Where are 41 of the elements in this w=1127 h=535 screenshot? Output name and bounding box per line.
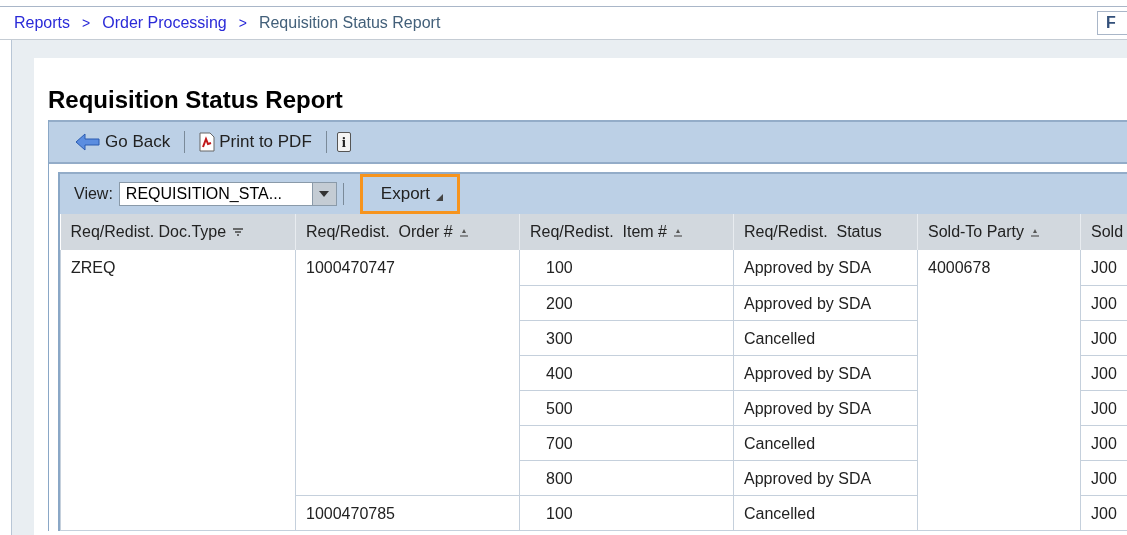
table-cell: 700 [519, 425, 734, 460]
sort-icon[interactable] [458, 227, 469, 237]
view-label: View: [74, 185, 113, 203]
breadcrumb-separator: > [82, 15, 91, 31]
table-cell: 400 [519, 355, 734, 390]
view-select[interactable]: REQUISITION_STA... [118, 182, 337, 206]
table-cell: 200 [519, 285, 734, 320]
column-header[interactable]: Sold [1080, 214, 1127, 250]
print-pdf-button[interactable]: Print to PDF [195, 132, 316, 152]
breadcrumb-separator: > [238, 15, 247, 31]
table-cell: 100 [519, 495, 734, 530]
top-right-button[interactable]: F [1097, 11, 1127, 35]
table-cell: 800 [519, 460, 734, 495]
table-cell: 300 [519, 320, 734, 355]
export-button[interactable]: Export [359, 174, 460, 214]
breadcrumb-link[interactable]: Reports [14, 14, 71, 32]
breadcrumb-current: Requisition Status Report [258, 14, 441, 32]
sort-icon[interactable] [1030, 227, 1041, 237]
page-title: Requisition Status Report [48, 86, 344, 114]
table-cell: 1000470785 [295, 495, 520, 530]
column-header[interactable]: Req/Redist. Doc.Type [60, 214, 296, 250]
table-cell: ZREQ [60, 250, 296, 530]
caret-down-icon [319, 191, 330, 197]
dropdown-button[interactable] [311, 183, 336, 205]
table-cell: 500 [519, 390, 734, 425]
column-header[interactable]: Sold-To Party [917, 214, 1081, 250]
table-cell: 1000470747 [295, 250, 520, 495]
info-button[interactable]: i [336, 132, 351, 152]
table-cell: Approved by SDA [733, 250, 918, 285]
sort-icon[interactable] [672, 227, 683, 237]
caret-icon [436, 193, 443, 201]
go-back-button[interactable]: Go Back [71, 132, 175, 152]
table-cell: 100 [519, 250, 734, 285]
table-cell: 4000678 [917, 250, 1081, 530]
column-header[interactable]: Req/Redist. Order # [295, 214, 520, 250]
breadcrumb-link[interactable]: Order Processing [102, 14, 227, 32]
pdf-icon [199, 132, 216, 152]
column-header[interactable]: Req/Redist. Status [733, 214, 918, 250]
filter-icon[interactable] [232, 227, 245, 237]
column-header[interactable]: Req/Redist. Item # [519, 214, 734, 250]
back-arrow-icon [75, 133, 101, 151]
